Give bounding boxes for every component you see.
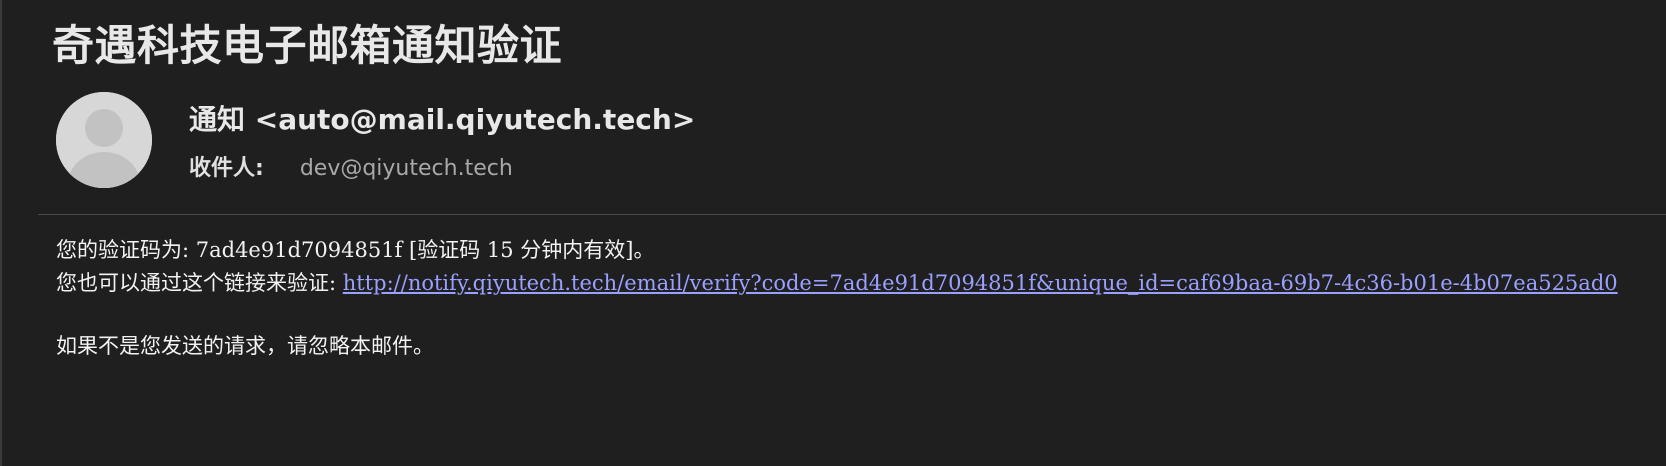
- verify-link-line: 您也可以通过这个链接来验证: http://notify.qiyutech.te…: [56, 267, 1618, 300]
- sender-avatar: [56, 92, 152, 188]
- ignore-notice-line: 如果不是您发送的请求，请忽略本邮件。: [56, 334, 434, 358]
- recipient-label: 收件人:: [189, 156, 264, 181]
- recipient-row: 收件人: dev@qiyutech.tech: [189, 150, 513, 182]
- verification-code-line: 您的验证码为: 7ad4e91d7094851f [验证码 15 分钟内有效]。: [56, 238, 655, 262]
- window-left-border: [0, 0, 2, 466]
- header-divider: [38, 214, 1666, 215]
- user-silhouette-icon: [56, 92, 152, 188]
- verify-link[interactable]: http://notify.qiyutech.tech/email/verify…: [343, 271, 1618, 295]
- sender-name[interactable]: 通知 <auto@mail.qiyutech.tech>: [189, 98, 695, 138]
- verify-link-prefix: 您也可以通过这个链接来验证:: [56, 271, 343, 295]
- recipient-address[interactable]: dev@qiyutech.tech: [300, 156, 513, 181]
- email-subject: 奇遇科技电子邮箱通知验证: [52, 21, 563, 70]
- email-body: 您的验证码为: 7ad4e91d7094851f [验证码 15 分钟内有效]。…: [56, 234, 1618, 363]
